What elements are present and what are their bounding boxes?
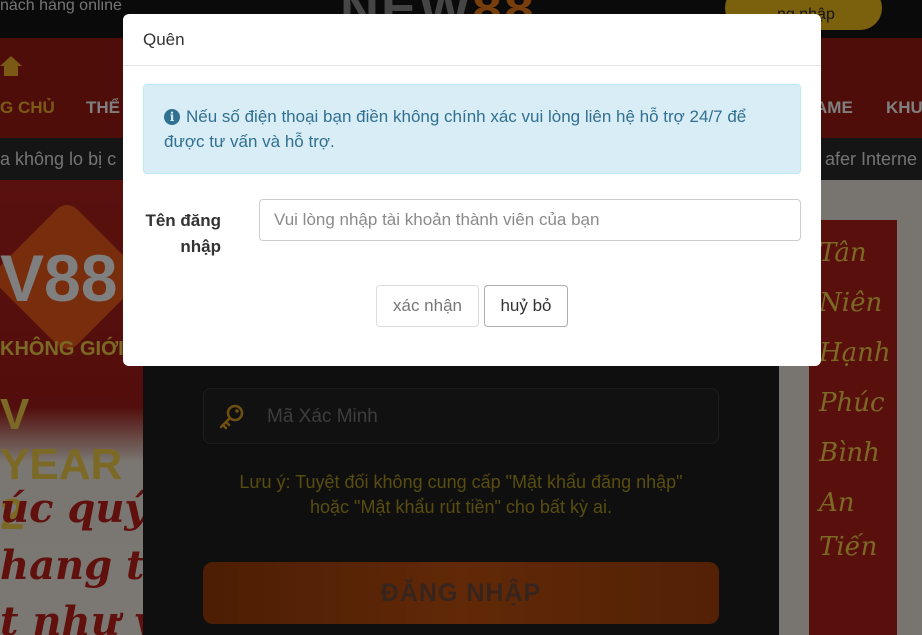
forgot-dialog: Quên i Nếu số điện thoại bạn điền không c… [123,14,821,366]
alert-text: Nếu số điện thoại bạn điền không chính x… [164,107,747,151]
dialog-header: Quên [123,14,821,66]
cancel-button[interactable]: huỷ bỏ [484,285,568,327]
dialog-title: Quên [143,30,185,49]
info-alert: i Nếu số điện thoại bạn điền không chính … [143,84,801,174]
info-icon: i [164,109,180,125]
username-input[interactable] [259,199,801,241]
confirm-button[interactable]: xác nhận [376,285,479,327]
username-label: Tên đăng nhập [145,211,221,256]
